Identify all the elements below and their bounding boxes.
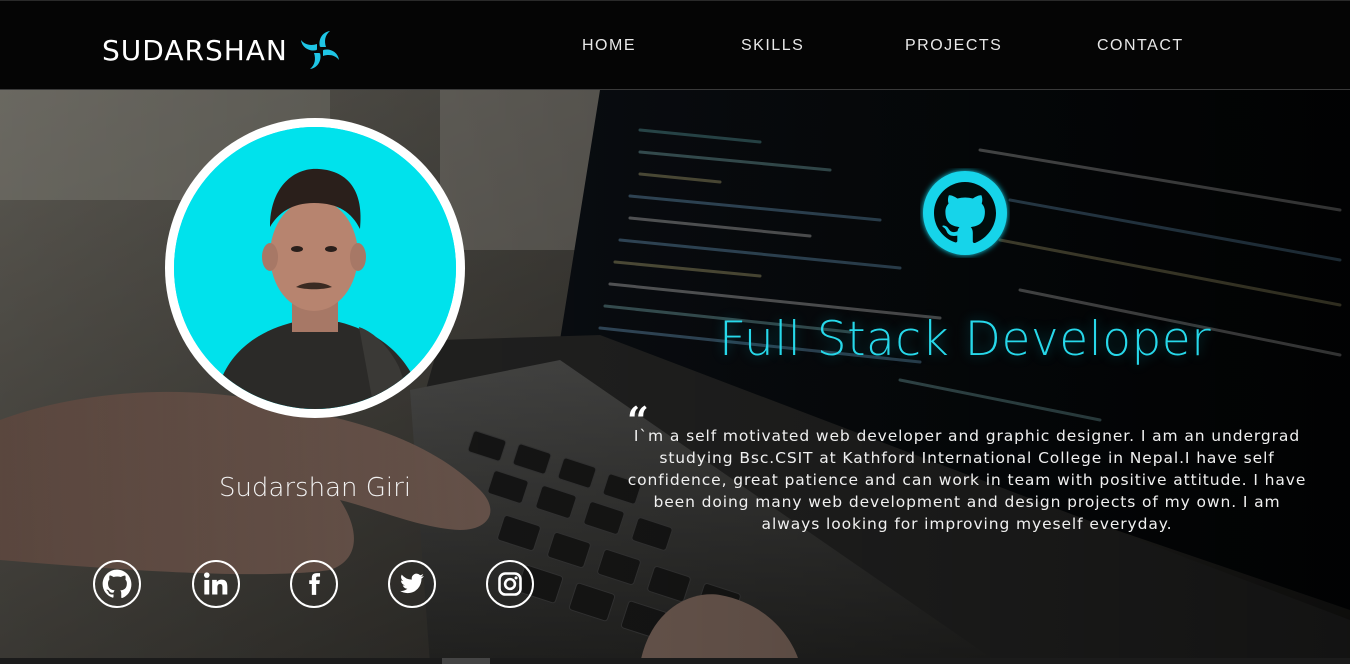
nav-projects[interactable]: PROJECTS — [905, 37, 1002, 55]
portfolio-page: SUDARSHAN HOME SKILLS PROJECTS CONTACT S… — [0, 0, 1350, 664]
nav-contact[interactable]: CONTACT — [1097, 37, 1184, 55]
scrollbar-thumb[interactable] — [442, 658, 490, 664]
nav-home[interactable]: HOME — [582, 37, 636, 55]
profile-photo — [174, 127, 456, 409]
hero-section: Sudarshan Giri Full Stack Developer “ I`… — [0, 90, 1350, 664]
social-links — [93, 560, 553, 612]
github-link[interactable] — [93, 560, 141, 608]
github-icon — [102, 569, 132, 599]
twitter-link[interactable] — [388, 560, 436, 608]
github-glow-icon — [923, 171, 1007, 255]
instagram-link[interactable] — [486, 560, 534, 608]
facebook-icon — [309, 573, 321, 595]
bio-text: I`m a self motivated web developer and g… — [627, 427, 1307, 533]
twitter-icon — [400, 573, 424, 594]
linkedin-icon — [203, 572, 228, 595]
person-name: Sudarshan Giri — [218, 473, 412, 503]
navbar: SUDARSHAN HOME SKILLS PROJECTS CONTACT — [0, 0, 1350, 90]
horizontal-scrollbar[interactable] — [0, 658, 1350, 664]
instagram-icon — [498, 572, 522, 596]
role-title: Full Stack Developer — [718, 312, 1212, 367]
facebook-link[interactable] — [290, 560, 338, 608]
profile-photo-frame — [165, 118, 465, 418]
nav-links: HOME SKILLS PROJECTS CONTACT — [0, 37, 1350, 59]
nav-skills[interactable]: SKILLS — [741, 37, 804, 55]
linkedin-link[interactable] — [192, 560, 240, 608]
